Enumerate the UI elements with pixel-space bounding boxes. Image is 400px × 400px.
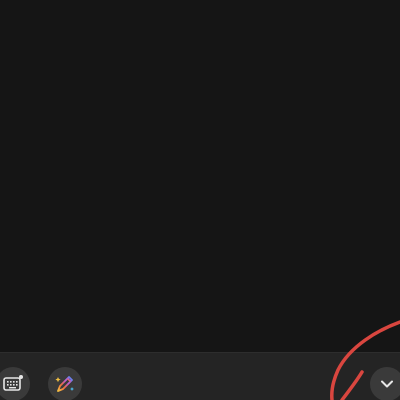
handwriting-screen xyxy=(0,0,400,400)
bottom-toolbar xyxy=(0,352,400,400)
keyboard-icon xyxy=(3,375,23,391)
magic-pen-button[interactable] xyxy=(48,367,82,400)
collapse-button[interactable] xyxy=(370,367,400,400)
chevron-down-icon xyxy=(381,380,393,388)
writing-canvas[interactable] xyxy=(0,0,400,352)
keyboard-button[interactable] xyxy=(0,367,30,400)
magic-pen-icon xyxy=(55,376,74,392)
